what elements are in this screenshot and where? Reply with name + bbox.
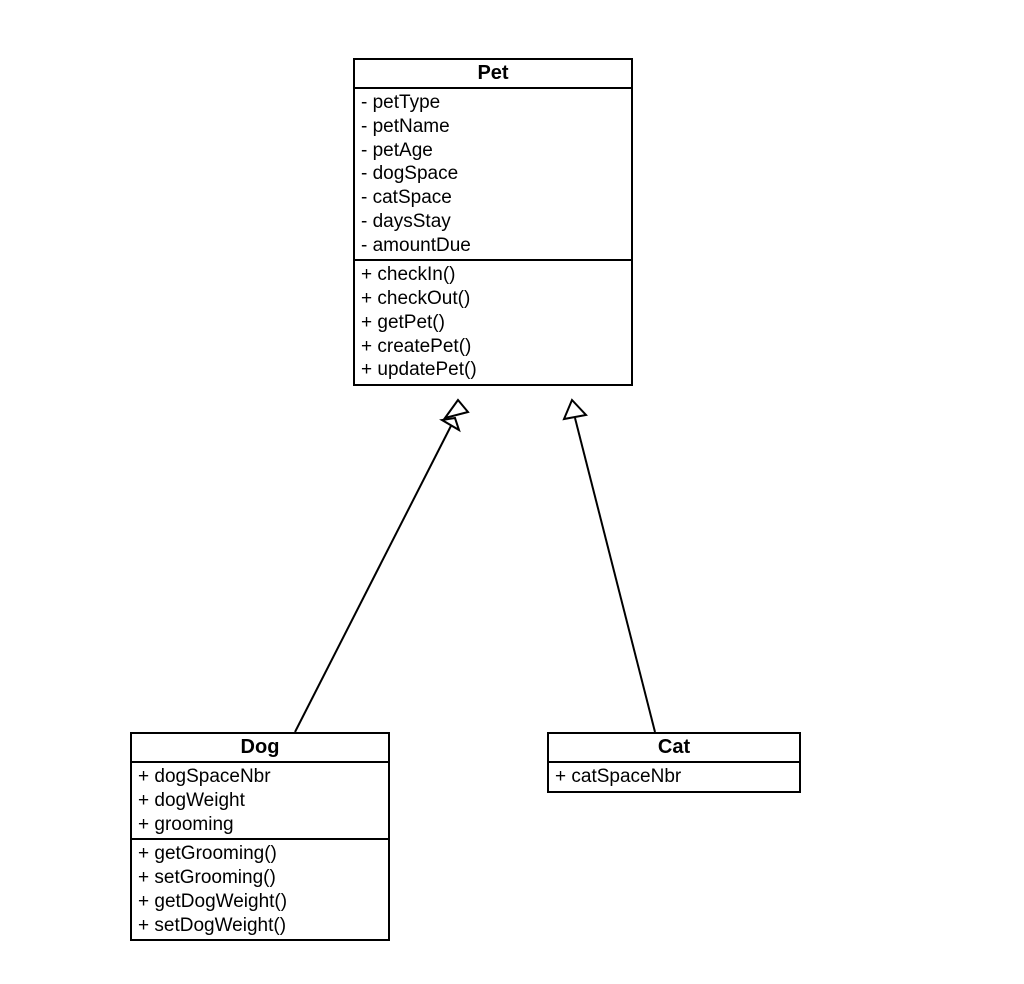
attr: - dogSpace bbox=[361, 162, 625, 186]
method: + getDogWeight() bbox=[138, 890, 382, 914]
attr: - petAge bbox=[361, 139, 625, 163]
attr: + dogWeight bbox=[138, 789, 382, 813]
attr: + dogSpaceNbr bbox=[138, 765, 382, 789]
class-dog-title: Dog bbox=[132, 734, 388, 763]
class-dog-methods: + getGrooming() + setGrooming() + getDog… bbox=[132, 840, 388, 939]
attr: - amountDue bbox=[361, 234, 625, 258]
attr: - catSpace bbox=[361, 186, 625, 210]
attr: - petName bbox=[361, 115, 625, 139]
method: + createPet() bbox=[361, 335, 625, 359]
uml-canvas: Pet - petType - petName - petAge - dogSp… bbox=[0, 0, 1024, 984]
class-cat-title: Cat bbox=[549, 734, 799, 763]
method: + checkIn() bbox=[361, 263, 625, 287]
method: + setGrooming() bbox=[138, 866, 382, 890]
method: + setDogWeight() bbox=[138, 914, 382, 938]
method: + getGrooming() bbox=[138, 842, 382, 866]
class-dog: Dog + dogSpaceNbr + dogWeight + grooming… bbox=[130, 732, 390, 941]
class-pet-attributes: - petType - petName - petAge - dogSpace … bbox=[355, 89, 631, 261]
class-pet: Pet - petType - petName - petAge - dogSp… bbox=[353, 58, 633, 386]
attr: - petType bbox=[361, 91, 625, 115]
class-dog-attributes: + dogSpaceNbr + dogWeight + grooming bbox=[132, 763, 388, 840]
generalization-cat-to-pet bbox=[564, 400, 655, 732]
method: + checkOut() bbox=[361, 287, 625, 311]
attr: - daysStay bbox=[361, 210, 625, 234]
attr: + catSpaceNbr bbox=[555, 765, 793, 789]
class-cat: Cat + catSpaceNbr bbox=[547, 732, 801, 793]
method: + getPet() bbox=[361, 311, 625, 335]
class-cat-attributes: + catSpaceNbr bbox=[549, 763, 799, 791]
class-pet-title: Pet bbox=[355, 60, 631, 89]
attr: + grooming bbox=[138, 813, 382, 837]
class-pet-methods: + checkIn() + checkOut() + getPet() + cr… bbox=[355, 261, 631, 384]
generalization-dog-to-pet bbox=[295, 400, 468, 732]
method: + updatePet() bbox=[361, 358, 625, 382]
